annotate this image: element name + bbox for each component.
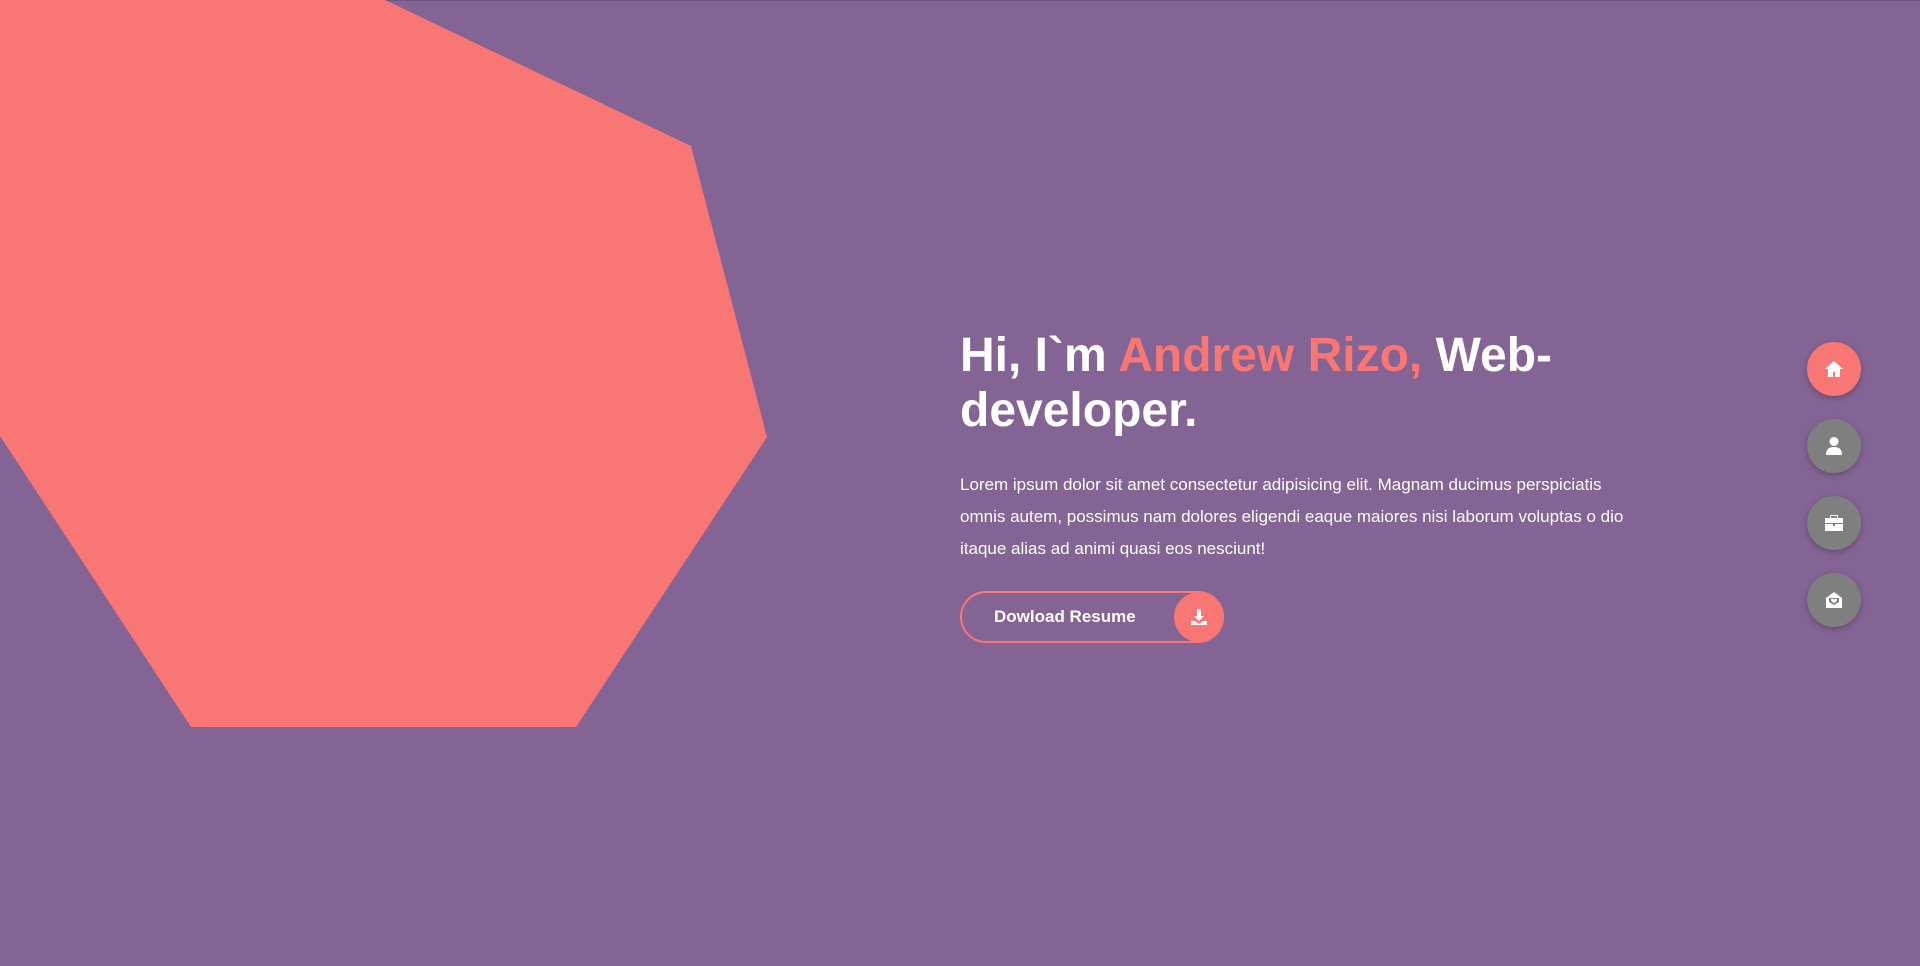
download-icon[interactable]: [1174, 592, 1224, 642]
briefcase-icon: [1823, 513, 1845, 533]
home-icon: [1823, 359, 1845, 379]
download-resume-label: Dowload Resume: [994, 607, 1136, 626]
mail-icon: [1824, 590, 1844, 610]
decorative-heptagon: [0, 0, 767, 727]
name-highlight: Andrew Rizo,: [1118, 329, 1423, 382]
heptagon-shape: [0, 0, 767, 727]
nav-portfolio-button[interactable]: [1807, 496, 1861, 550]
hero-description: Lorem ipsum dolor sit amet consectetur a…: [960, 475, 1624, 558]
download-resume-button[interactable]: Dowload Resume: [960, 591, 1224, 643]
greeting-text: Hi, I`m: [960, 329, 1119, 382]
side-nav: [1807, 342, 1861, 627]
nav-home-button[interactable]: [1807, 342, 1861, 396]
hero-title: Hi, I`m Andrew Rizo, Web-developer.: [960, 328, 1640, 438]
hero-content: Hi, I`m Andrew Rizo, Web-developer. Lore…: [960, 328, 1640, 643]
nav-about-button[interactable]: [1807, 419, 1861, 473]
nav-contact-button[interactable]: [1807, 573, 1861, 627]
user-icon: [1825, 436, 1843, 456]
